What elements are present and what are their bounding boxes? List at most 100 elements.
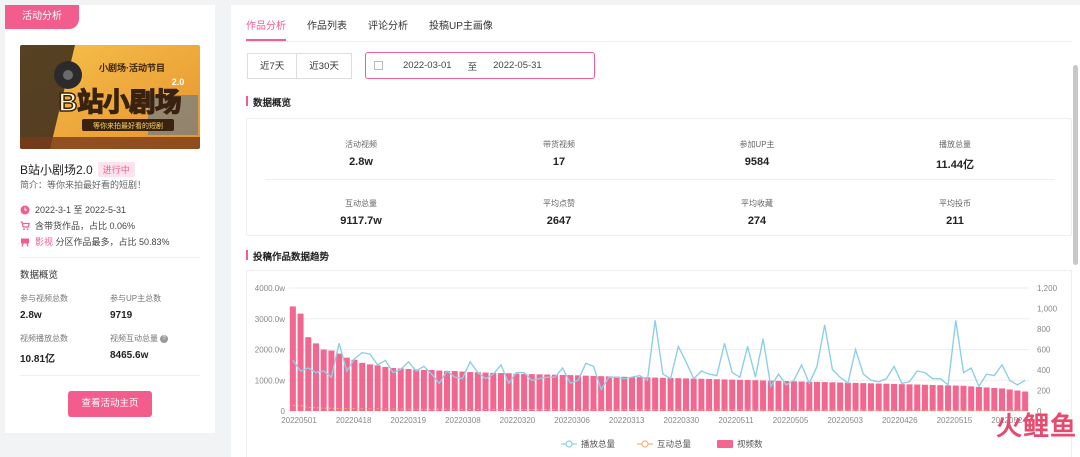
activity-card: 活动分析 小剧场·活动节目 B站小剧场 2.0 等你来拍最好看的短剧 B站小剧场… [5, 5, 215, 433]
overview-value: 2647 [546, 215, 572, 227]
tab-work-analysis[interactable]: 作品分析 [246, 13, 286, 41]
overview-item: 参加UP主 9584 [657, 139, 857, 168]
video-count-bar [382, 366, 389, 411]
trend-chart[interactable]: 4000.0w 3000.0w 2000.0w 1000.0w 0 1,200 1,000 8… [247, 271, 1073, 457]
video-count-bar [975, 386, 982, 411]
overview-label: 活动视频 [345, 140, 377, 149]
date-separator: 至 [467, 61, 478, 73]
flag-icon [20, 237, 30, 247]
date-range-picker[interactable]: 2022-03-01 至 2022-05-31 [365, 52, 595, 79]
video-count-bar [590, 375, 597, 411]
overview-item: 平均收藏 274 [657, 198, 857, 227]
stat-label: 参与视频总数 [20, 294, 68, 303]
overview-item: 活动视频 2.8w [261, 139, 461, 168]
video-count-bar [875, 383, 882, 411]
overview-value: 11.44亿 [936, 159, 974, 171]
status-badge: 进行中 [97, 162, 135, 177]
video-count-bar [713, 379, 720, 411]
video-count-bar [652, 377, 659, 411]
overview-item: 播放总量 11.44亿 [855, 139, 1055, 172]
range-30-days-button[interactable]: 近30天 [297, 53, 352, 79]
date-range-text: 2022-3-1 至 2022-5-31 [35, 205, 127, 215]
video-count-bar [729, 379, 736, 411]
x-axis-tick: 20220505 [773, 416, 809, 425]
scrollbar[interactable] [1073, 65, 1078, 265]
x-axis-tick: 20220313 [609, 416, 645, 425]
right-axis-tick: 1,200 [1037, 284, 1058, 293]
video-count-bar [444, 371, 451, 411]
x-axis-tick: 20220306 [554, 416, 590, 425]
video-count-bar [744, 380, 751, 411]
logo-char: 火 [995, 411, 1022, 441]
video-count-bar [497, 373, 504, 411]
video-count-bar [374, 365, 381, 411]
legend-bar-marker [717, 440, 733, 448]
overview-label: 互动总量 [345, 199, 377, 208]
activity-title: B站小剧场2.0 [20, 163, 93, 177]
overview-value: 17 [552, 156, 566, 168]
overview-item: 平均投币 211 [855, 198, 1055, 227]
tab-comment-analysis[interactable]: 评论分析 [368, 13, 408, 41]
right-axis-tick: 800 [1037, 325, 1051, 334]
right-axis-tick: 1,000 [1037, 305, 1058, 314]
video-count-bar [582, 375, 589, 411]
date-end: 2022-05-31 [493, 60, 542, 71]
tab-work-list[interactable]: 作品列表 [307, 13, 347, 41]
video-count-bar [320, 349, 327, 411]
video-count-bar [929, 384, 936, 411]
video-count-bar [960, 385, 967, 411]
left-axis-tick: 3000.0w [255, 315, 285, 324]
calendar-icon [374, 61, 383, 70]
video-count-bar [629, 376, 636, 411]
video-count-bar [883, 383, 890, 411]
video-count-bar [814, 381, 821, 411]
video-count-bar [945, 385, 952, 411]
video-count-bar [1014, 390, 1021, 411]
video-count-bar [467, 372, 474, 411]
banner-top-text: 小剧场·活动节目 [98, 62, 165, 73]
video-count-bar [359, 362, 366, 411]
video-count-bar [636, 377, 643, 411]
activity-intro: 简介：等你来拍最好看的短剧！ [20, 180, 147, 190]
video-count-bar [790, 381, 797, 411]
overview-label: 平均收藏 [741, 199, 773, 208]
video-count-bar [521, 373, 528, 411]
help-icon[interactable]: ? [160, 334, 168, 343]
overview-value: 211 [946, 215, 964, 227]
range-7-days-button[interactable]: 近7天 [247, 53, 298, 79]
video-count-bar [867, 383, 874, 411]
stat-value: 8465.6w [110, 350, 149, 361]
date-range-line: 2022-3-1 至 2022-5-31 [20, 203, 126, 216]
activity-analysis-tag: 活动分析 [5, 5, 79, 29]
video-count-bar [999, 388, 1006, 411]
video-count-bar [991, 387, 998, 411]
activity-banner-image: 小剧场·活动节目 B站小剧场 2.0 等你来拍最好看的短剧 [20, 45, 200, 149]
category-line: 影视 分区作品最多，占比 50.83% [20, 235, 170, 248]
video-count-bar [698, 378, 705, 411]
left-axis-tick: 4000.0w [255, 284, 285, 293]
video-count-bar [667, 377, 674, 411]
x-axis-tick: 20220426 [882, 416, 918, 425]
video-count-bar [821, 382, 828, 411]
video-count-bar [305, 337, 312, 411]
video-count-bar [921, 384, 928, 411]
overview-label: 播放总量 [939, 140, 971, 149]
category-text: 分区作品最多，占比 50.83% [55, 237, 170, 247]
tab-bar: 作品分析 作品列表 评论分析 投稿UP主画像 [246, 13, 514, 41]
x-axis-tick: 20220418 [336, 416, 372, 425]
stat-value: 9719 [110, 310, 133, 321]
view-activity-homepage-button[interactable]: 查看活动主页 [68, 391, 152, 417]
overview-item: 互动总量 9117.7w [261, 198, 461, 227]
video-count-bar [336, 353, 343, 411]
x-axis-tick: 20220319 [390, 416, 426, 425]
video-count-bar [675, 378, 682, 411]
video-count-bar [405, 368, 412, 411]
goods-line: 含带货作品，占比 0.06% [20, 219, 135, 232]
category-name[interactable]: 影视 [35, 237, 53, 247]
stat-label: 视频播放总数 [20, 334, 68, 343]
tab-up-portrait[interactable]: 投稿UP主画像 [429, 13, 493, 41]
video-count-bar [706, 379, 713, 411]
divider [265, 179, 1055, 180]
video-count-bar [983, 387, 990, 411]
video-count-bar [798, 381, 805, 411]
